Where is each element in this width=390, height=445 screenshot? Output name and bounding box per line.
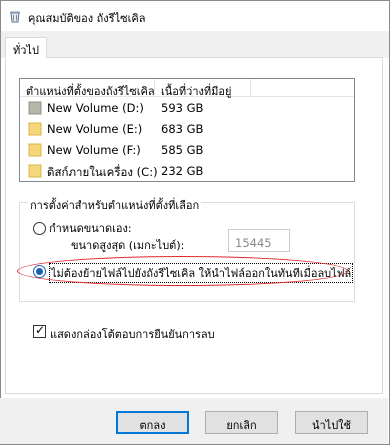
list-item-drive-f[interactable]: New Volume (F:) 585 GB bbox=[20, 140, 354, 160]
settings-group bbox=[19, 202, 355, 302]
list-header: ตำแหน่งที่ตั้งของถังรีไซเคิล เนื้อที่ว่า… bbox=[20, 79, 354, 98]
column-header-location[interactable]: ตำแหน่งที่ตั้งของถังรีไซเคิล bbox=[20, 79, 155, 98]
checkmark-icon: ✓ bbox=[35, 323, 46, 337]
recycle-bin-icon bbox=[10, 11, 20, 23]
list-item-drive-e[interactable]: New Volume (E:) 683 GB bbox=[20, 119, 354, 139]
window-title: คุณสมบัติของ ถังรีไซเคิล bbox=[28, 12, 146, 25]
list-item-name: New Volume (D:) bbox=[47, 101, 144, 115]
custom-size-label[interactable]: กำหนดขนาดเอง: bbox=[49, 219, 132, 237]
ok-button[interactable]: ตกลง bbox=[116, 411, 189, 434]
drive-icon bbox=[28, 122, 42, 136]
list-item-name: ดิสก์ภายในเครื่อง (C:) bbox=[47, 165, 158, 179]
no-move-label[interactable]: ไม่ต้องย้ายไฟล์ไปยังถังรีไซเคิล ให้นำไฟล… bbox=[49, 263, 354, 283]
list-item-free-space: 593 GB bbox=[161, 101, 204, 115]
drive-icon bbox=[28, 101, 42, 115]
confirm-delete-label[interactable]: แสดงกล่องโต้ตอบการยืนยันการลบ bbox=[50, 325, 215, 343]
list-item-drive-c[interactable]: ดิสก์ภายในเครื่อง (C:) 232 GB bbox=[20, 161, 354, 181]
max-size-label: ขนาดสูงสุด (เมกะไบต์): bbox=[71, 239, 185, 252]
list-item-free-space: 232 GB bbox=[161, 164, 204, 178]
max-size-input[interactable] bbox=[228, 229, 290, 252]
list-item-drive-d[interactable]: New Volume (D:) 593 GB bbox=[20, 98, 354, 118]
confirm-delete-checkbox[interactable]: ✓ bbox=[33, 323, 46, 338]
tab-general[interactable]: ทั่วไป bbox=[5, 37, 47, 58]
recycle-bin-location-list[interactable]: ตำแหน่งที่ตั้งของถังรีไซเคิล เนื้อที่ว่า… bbox=[19, 78, 355, 182]
list-item-free-space: 683 GB bbox=[161, 122, 204, 136]
custom-size-radio[interactable] bbox=[33, 222, 46, 235]
drive-icon bbox=[28, 164, 42, 178]
list-item-free-space: 585 GB bbox=[161, 143, 204, 157]
list-item-name: New Volume (F:) bbox=[47, 143, 141, 157]
tab-strip bbox=[1, 31, 389, 58]
settings-group-label: การตั้งค่าสำหรับตำแหน่งที่ตั้งที่เลือก bbox=[28, 196, 202, 214]
no-move-radio[interactable] bbox=[33, 265, 46, 278]
title-bar: คุณสมบัติของ ถังรีไซเคิล bbox=[1, 1, 389, 31]
apply-button[interactable]: นำไปใช้ bbox=[295, 411, 368, 434]
list-item-name: New Volume (E:) bbox=[47, 122, 143, 136]
drive-icon bbox=[28, 143, 42, 157]
column-header-free-space[interactable]: เนื้อที่ว่างที่มีอยู่ bbox=[155, 79, 251, 98]
cancel-button[interactable]: ยกเลิก bbox=[205, 411, 278, 434]
